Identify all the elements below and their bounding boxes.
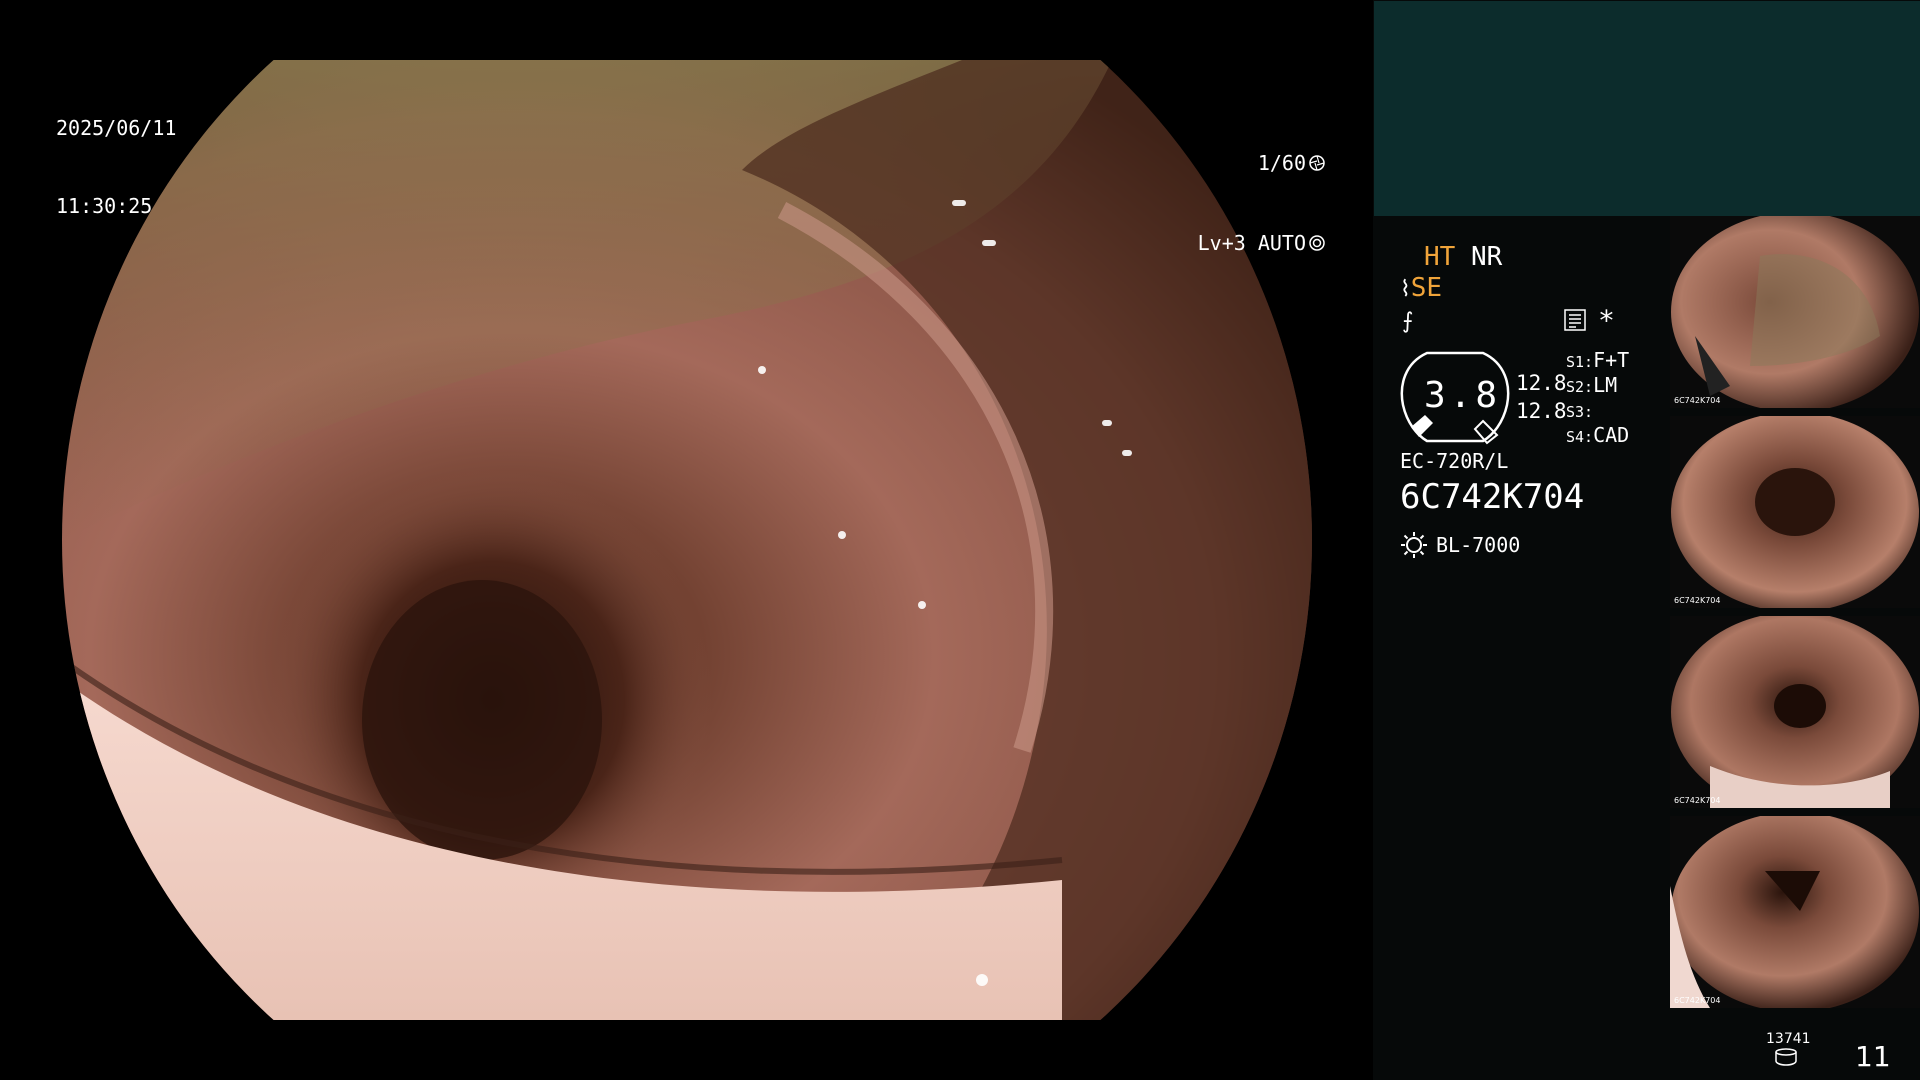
mode-se: ⌇SE (1400, 273, 1442, 305)
thumbnail-2[interactable]: 6C742K704 (1670, 416, 1920, 608)
thumbnail-2-label: 6C742K704 (1674, 596, 1721, 605)
endoscopic-image (62, 60, 1312, 1020)
thumbnail-1-label: 6C742K704 (1674, 396, 1721, 405)
aperture-icon (1309, 155, 1325, 171)
mode-freeze: ⨍ (1402, 305, 1413, 337)
shutter-speed: 1/60 (1257, 151, 1306, 175)
slot-s3: S3: (1566, 403, 1594, 421)
gauge-side-top: 12.8 (1516, 371, 1567, 395)
level-mode: Lv+3 AUTO (1197, 231, 1306, 255)
endoscopy-monitor: 2025/06/11 11:30:25 1/60 Lv+3 AUTO HT NR… (0, 0, 1920, 1080)
panel-header-area (1374, 1, 1920, 216)
iris-icon (1309, 235, 1325, 251)
thumbnail-1[interactable]: 6C742K704 (1670, 216, 1920, 408)
scope-serial: 6C742K704 (1400, 477, 1585, 517)
light-source-name: BL-7000 (1436, 533, 1521, 557)
scope-model: EC-720R/L (1400, 449, 1509, 473)
mode-ht-nr: HT NR (1424, 242, 1502, 272)
image-count: 13741 (1766, 1031, 1811, 1047)
ht-indicator: HT (1424, 242, 1456, 272)
slot-s1: S1:F+T (1566, 348, 1630, 372)
thumbnail-4-label: 6C742K704 (1674, 996, 1721, 1005)
gauge-side-bottom: 12.8 (1516, 399, 1567, 423)
thumbnail-3-label: 6C742K704 (1674, 796, 1721, 805)
time-text: 11:30:25 (56, 194, 153, 218)
page-number: 11 (1855, 1040, 1891, 1073)
endoscope-live-view: 2025/06/11 11:30:25 1/60 Lv+3 AUTO (0, 0, 1373, 1080)
slot-s2: S2:LM (1566, 373, 1618, 397)
switch-assignments: S1:F+T S2:LM S3: S4:CAD (1566, 348, 1629, 448)
thumbnail-4[interactable]: 6C742K704 (1670, 816, 1920, 1008)
structure-enhance-icon: ⌇ (1400, 277, 1411, 302)
menu-list-icon (1564, 309, 1586, 331)
level-mode-row: Lv+3 AUTO (1198, 229, 1325, 257)
storage-disk-icon (1775, 1048, 1797, 1066)
exposure-overlay: 1/60 Lv+3 AUTO (1198, 97, 1325, 309)
slot-s4: S4:CAD (1566, 423, 1630, 447)
shutter-row: 1/60 (1198, 149, 1325, 177)
light-source-icon (1401, 532, 1427, 558)
asterisk-icon: * (1598, 304, 1615, 337)
date-time-overlay: 2025/06/11 11:30:25 (56, 63, 176, 271)
zoom-value: 3.8 (1424, 375, 1502, 416)
thumbnail-3[interactable]: 6C742K704 (1670, 616, 1920, 808)
date-text: 2025/06/11 (56, 116, 177, 140)
nr-indicator: NR (1470, 242, 1503, 272)
light-source-row: BL-7000 (1400, 531, 1520, 559)
freeze-off-icon: ⨍ (1402, 309, 1414, 334)
se-indicator: SE (1410, 273, 1443, 303)
